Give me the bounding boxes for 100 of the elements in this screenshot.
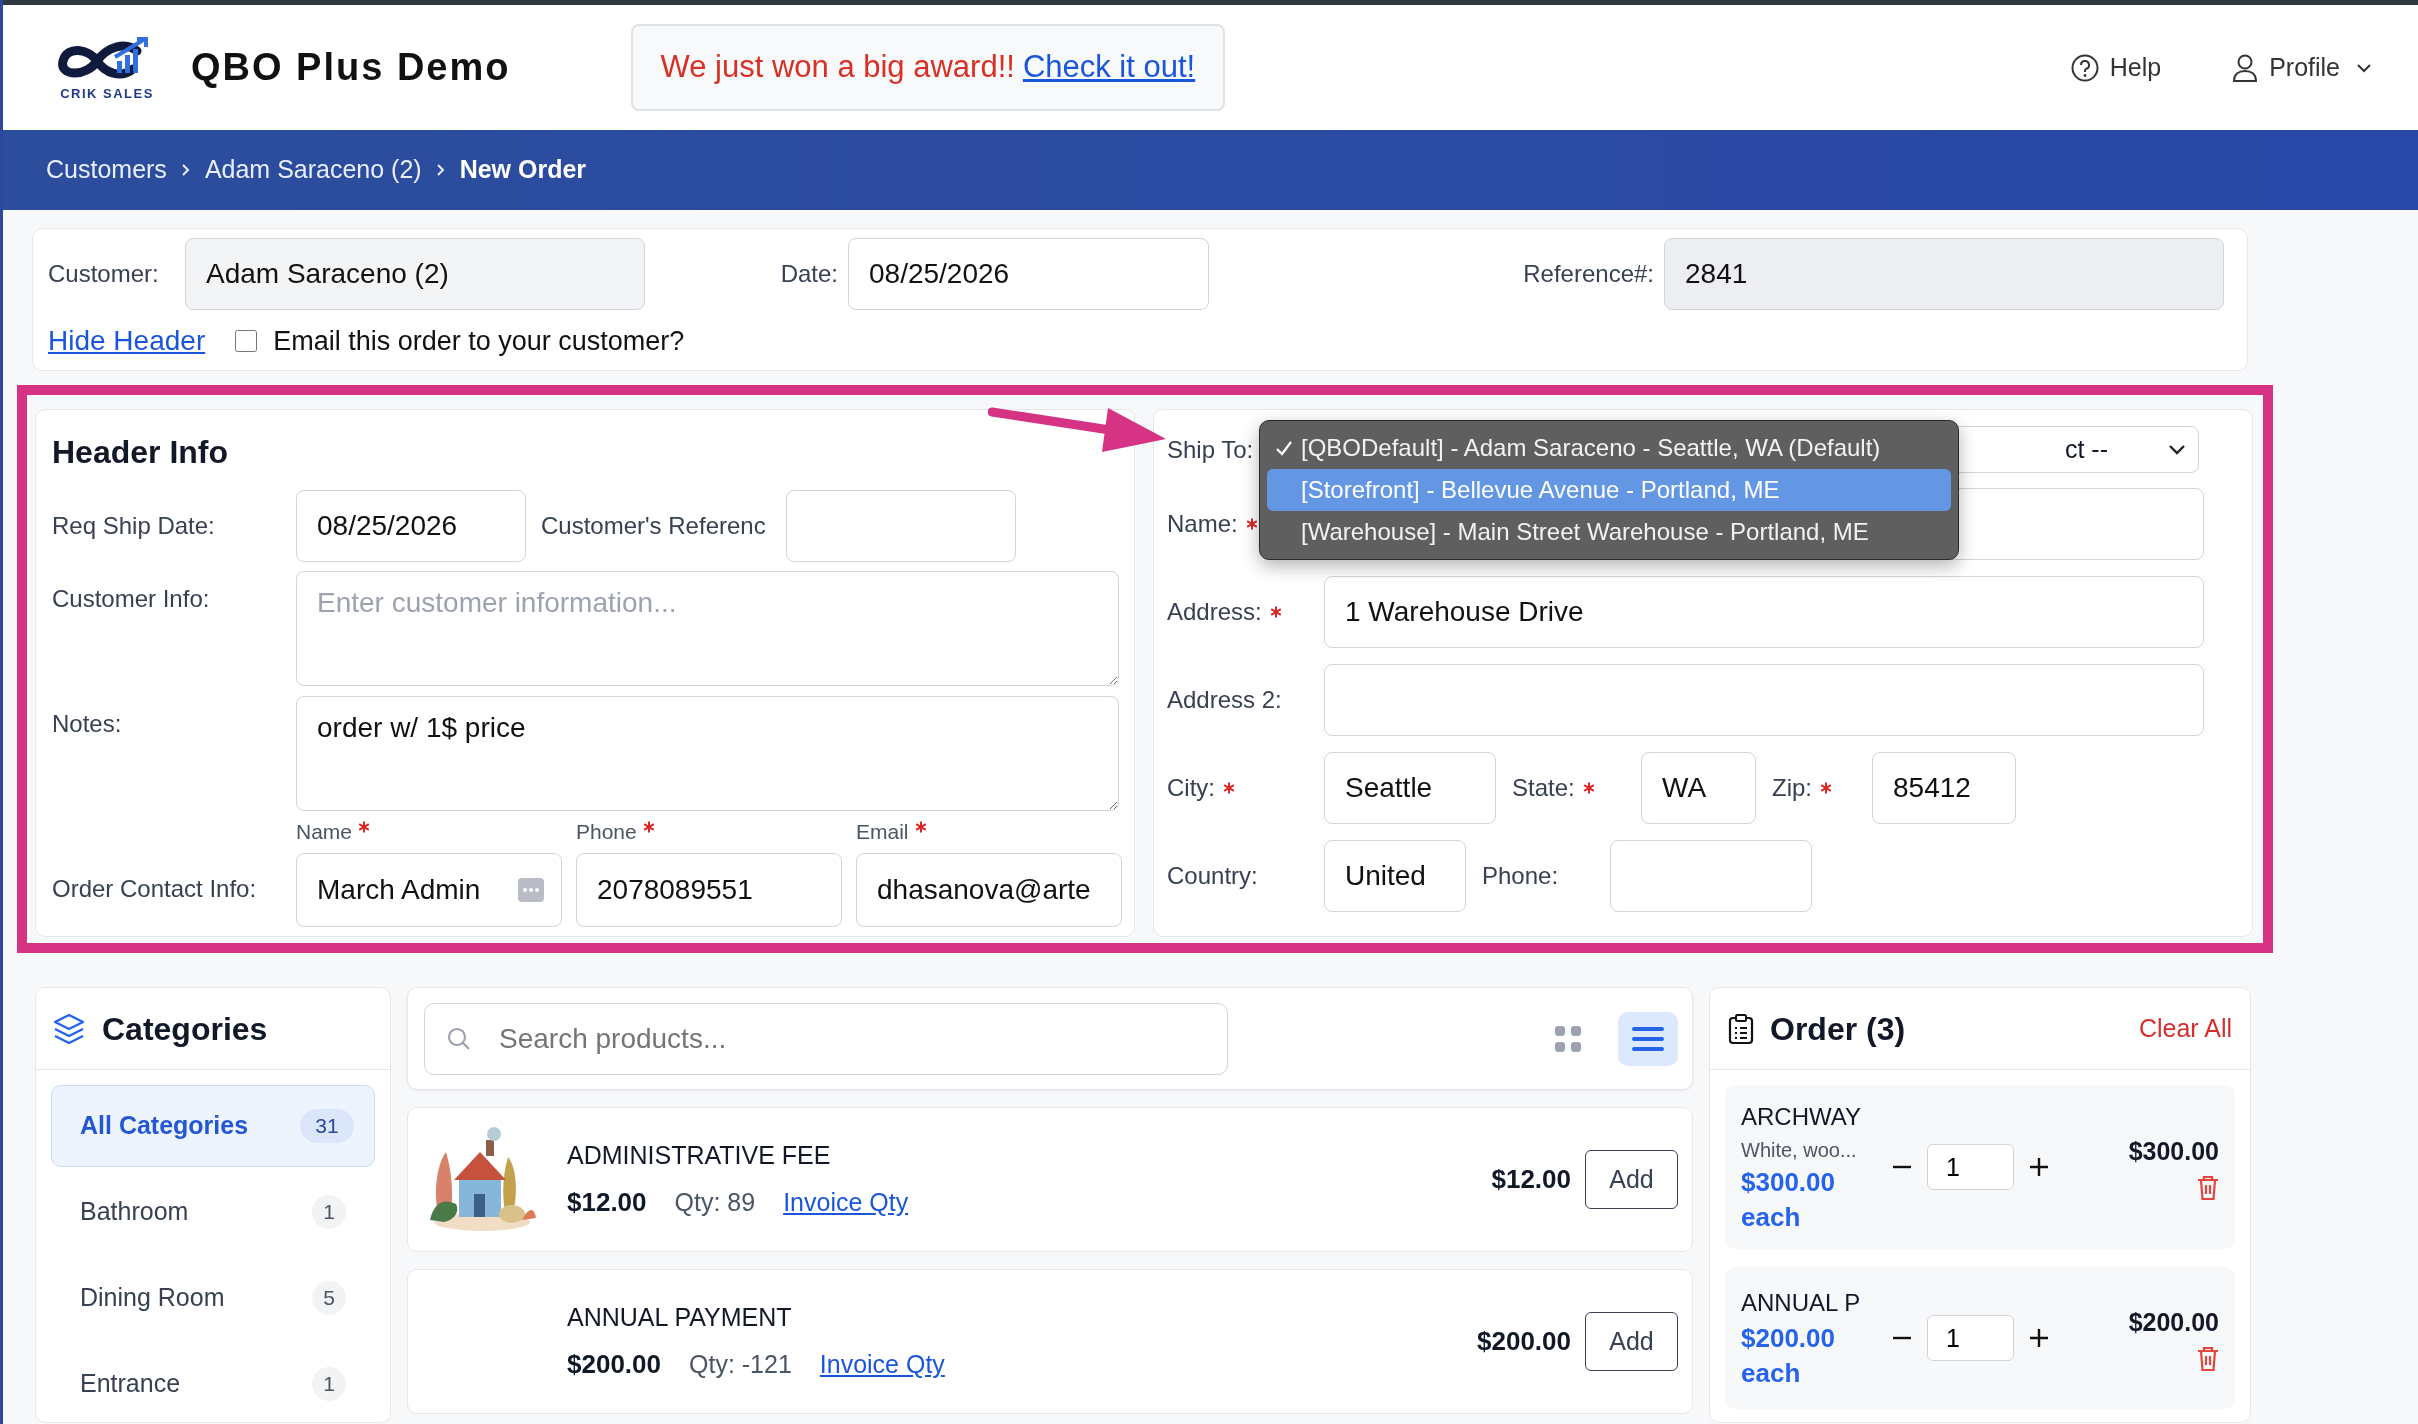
invoice-qty-link[interactable]: Invoice Qty: [783, 1183, 909, 1222]
email-checkbox[interactable]: [235, 330, 258, 352]
line-total: $300.00: [2128, 1136, 2219, 1168]
nav-link[interactable]: Profile: [2269, 48, 2340, 87]
required-asterisk-icon: [914, 821, 927, 833]
grid-icon: [1553, 1023, 1583, 1054]
count-badge: 5: [312, 1281, 346, 1315]
field-label: Email: [856, 820, 909, 843]
customer-reference-field[interactable]: [786, 490, 1016, 562]
quantity-field[interactable]: 1: [1927, 1315, 2014, 1362]
checkbox-label: Email this order to your customer?: [273, 324, 685, 358]
search-field[interactable]: Search products...: [424, 1002, 1228, 1075]
unit-price: $200.00 each: [1741, 1322, 1836, 1391]
field-label: Name: [296, 820, 353, 843]
address-field[interactable]: United: [1324, 840, 1466, 912]
field-label: Customer's Referenc: [540, 511, 767, 541]
plus-icon[interactable]: [2028, 1327, 2050, 1350]
option-text: [QBODefault] - Adam Saraceno - Seattle, WA (Default): [1301, 433, 1881, 463]
address-field[interactable]: Seattle: [1324, 752, 1496, 824]
field-label: Country:: [1167, 861, 1258, 891]
autofill-key-icon: [518, 878, 544, 902]
clear-all-link[interactable]: Clear All: [2138, 1009, 2232, 1048]
field-label: Address:: [1167, 597, 1262, 627]
category-item[interactable]: Entrance 1: [51, 1343, 375, 1422]
required-asterisk-icon: [1245, 518, 1258, 530]
required-asterisk-icon: [358, 821, 371, 833]
field-label: Zip:: [1772, 773, 1812, 803]
panel-title: Order (3): [1770, 1009, 1906, 1049]
field-label: Phone:: [1482, 861, 1559, 891]
add-button[interactable]: Add: [1585, 1150, 1678, 1209]
notes-field[interactable]: order w/ 1$ price: [296, 696, 1119, 811]
date-field[interactable]: 08/25/2026: [848, 238, 1209, 310]
category-item[interactable]: All Categories 31: [51, 1085, 375, 1167]
count-badge: 31: [300, 1109, 354, 1143]
trash-icon[interactable]: [2197, 1345, 2219, 1372]
required-asterisk-icon: [1582, 782, 1595, 794]
field-label: Date:: [779, 259, 839, 289]
user-icon[interactable]: [2231, 52, 2260, 83]
count-badge: 1: [312, 1367, 346, 1401]
breadcrumb-link[interactable]: Adam Saraceno (2): [204, 151, 422, 189]
search-icon: [446, 1025, 472, 1052]
brand-title: QBO Plus Demo: [191, 45, 511, 90]
trash-icon[interactable]: [2197, 1174, 2219, 1201]
announcement-link[interactable]: Check it out!: [1022, 49, 1196, 85]
plus-icon[interactable]: [2028, 1156, 2050, 1179]
unit-price: $300.00 each: [1741, 1166, 1836, 1235]
product-price: $12.00: [567, 1185, 647, 1219]
list-price: $12.00: [1491, 1163, 1571, 1196]
contact-field[interactable]: 2078089551: [576, 853, 842, 927]
field-label: Order Contact Info:: [52, 874, 258, 904]
breadcrumb-link[interactable]: Customers: [46, 151, 167, 189]
menu-option[interactable]: [Warehouse] - Main Street Warehouse - Portland, ME: [1267, 511, 1951, 553]
nav-link[interactable]: Help: [2109, 48, 2162, 87]
count-badge: 1: [312, 1195, 346, 1229]
product-name: ADMINISTRATIVE FEE: [567, 1140, 832, 1172]
help-icon[interactable]: [2069, 52, 2100, 83]
category-item[interactable]: Bathroom 1: [51, 1171, 375, 1253]
item-name: ARCHWAY: [1741, 1102, 1862, 1132]
field-label: Customer:: [48, 259, 160, 289]
logo-text: CRIK SALES: [60, 87, 154, 100]
field-label: Name:: [1167, 509, 1238, 539]
hide-header-link[interactable]: Hide Header: [48, 320, 206, 362]
menu-option[interactable]: [QBODefault] - Adam Saraceno - Seattle, WA (Default): [1267, 427, 1951, 469]
invoice-qty-link[interactable]: Invoice Qty: [819, 1345, 945, 1384]
address-field[interactable]: 85412: [1872, 752, 2016, 824]
required-asterisk-icon: [1269, 606, 1282, 618]
address-field[interactable]: 1 Warehouse Drive: [1324, 576, 2204, 648]
list-view-button[interactable]: [1618, 1011, 1678, 1066]
stock-qty: Qty: -121: [689, 1348, 792, 1380]
address-field[interactable]: [1324, 664, 2204, 736]
item-description: White, woo...: [1741, 1138, 1858, 1163]
req-ship-date-field[interactable]: 08/25/2026: [296, 490, 526, 562]
category-item[interactable]: Dining Room 5: [51, 1257, 375, 1339]
add-button[interactable]: Add: [1585, 1312, 1678, 1371]
required-asterisk-icon: [1820, 782, 1832, 794]
list-price: $200.00: [1477, 1325, 1571, 1358]
stock-qty: Qty: 89: [674, 1186, 756, 1218]
field-label: Phone: [576, 820, 637, 843]
contact-field[interactable]: dhasanova@arte: [856, 853, 1122, 927]
required-asterisk-icon: [642, 821, 655, 833]
reference-field[interactable]: 2841: [1664, 238, 2224, 310]
customer-field[interactable]: Adam Saraceno (2): [185, 238, 645, 310]
panel-title: Categories: [102, 1009, 268, 1049]
address-field[interactable]: [1610, 840, 1812, 912]
address-field[interactable]: WA: [1641, 752, 1756, 824]
field-label: State:: [1512, 773, 1575, 803]
category-label: All Categories: [80, 1110, 249, 1142]
quantity-field[interactable]: 1: [1927, 1144, 2014, 1191]
chevron-right-icon: [180, 162, 191, 178]
customer-info-field[interactable]: Enter customer information...: [296, 571, 1119, 686]
category-label: Dining Room: [80, 1282, 225, 1314]
clipboard-icon: [1728, 1012, 1754, 1045]
option-text: [Storefront] - Bellevue Avenue - Portland, ME: [1301, 475, 1780, 505]
list-icon: [1631, 1025, 1665, 1052]
field-label: Customer Info:: [52, 584, 211, 614]
field-label: Reference#:: [1522, 259, 1655, 289]
contact-field[interactable]: March Admin: [296, 853, 562, 927]
line-total: $200.00: [2128, 1307, 2219, 1339]
product-name: ANNUAL PAYMENT: [567, 1302, 793, 1334]
category-label: Entrance: [80, 1368, 181, 1400]
